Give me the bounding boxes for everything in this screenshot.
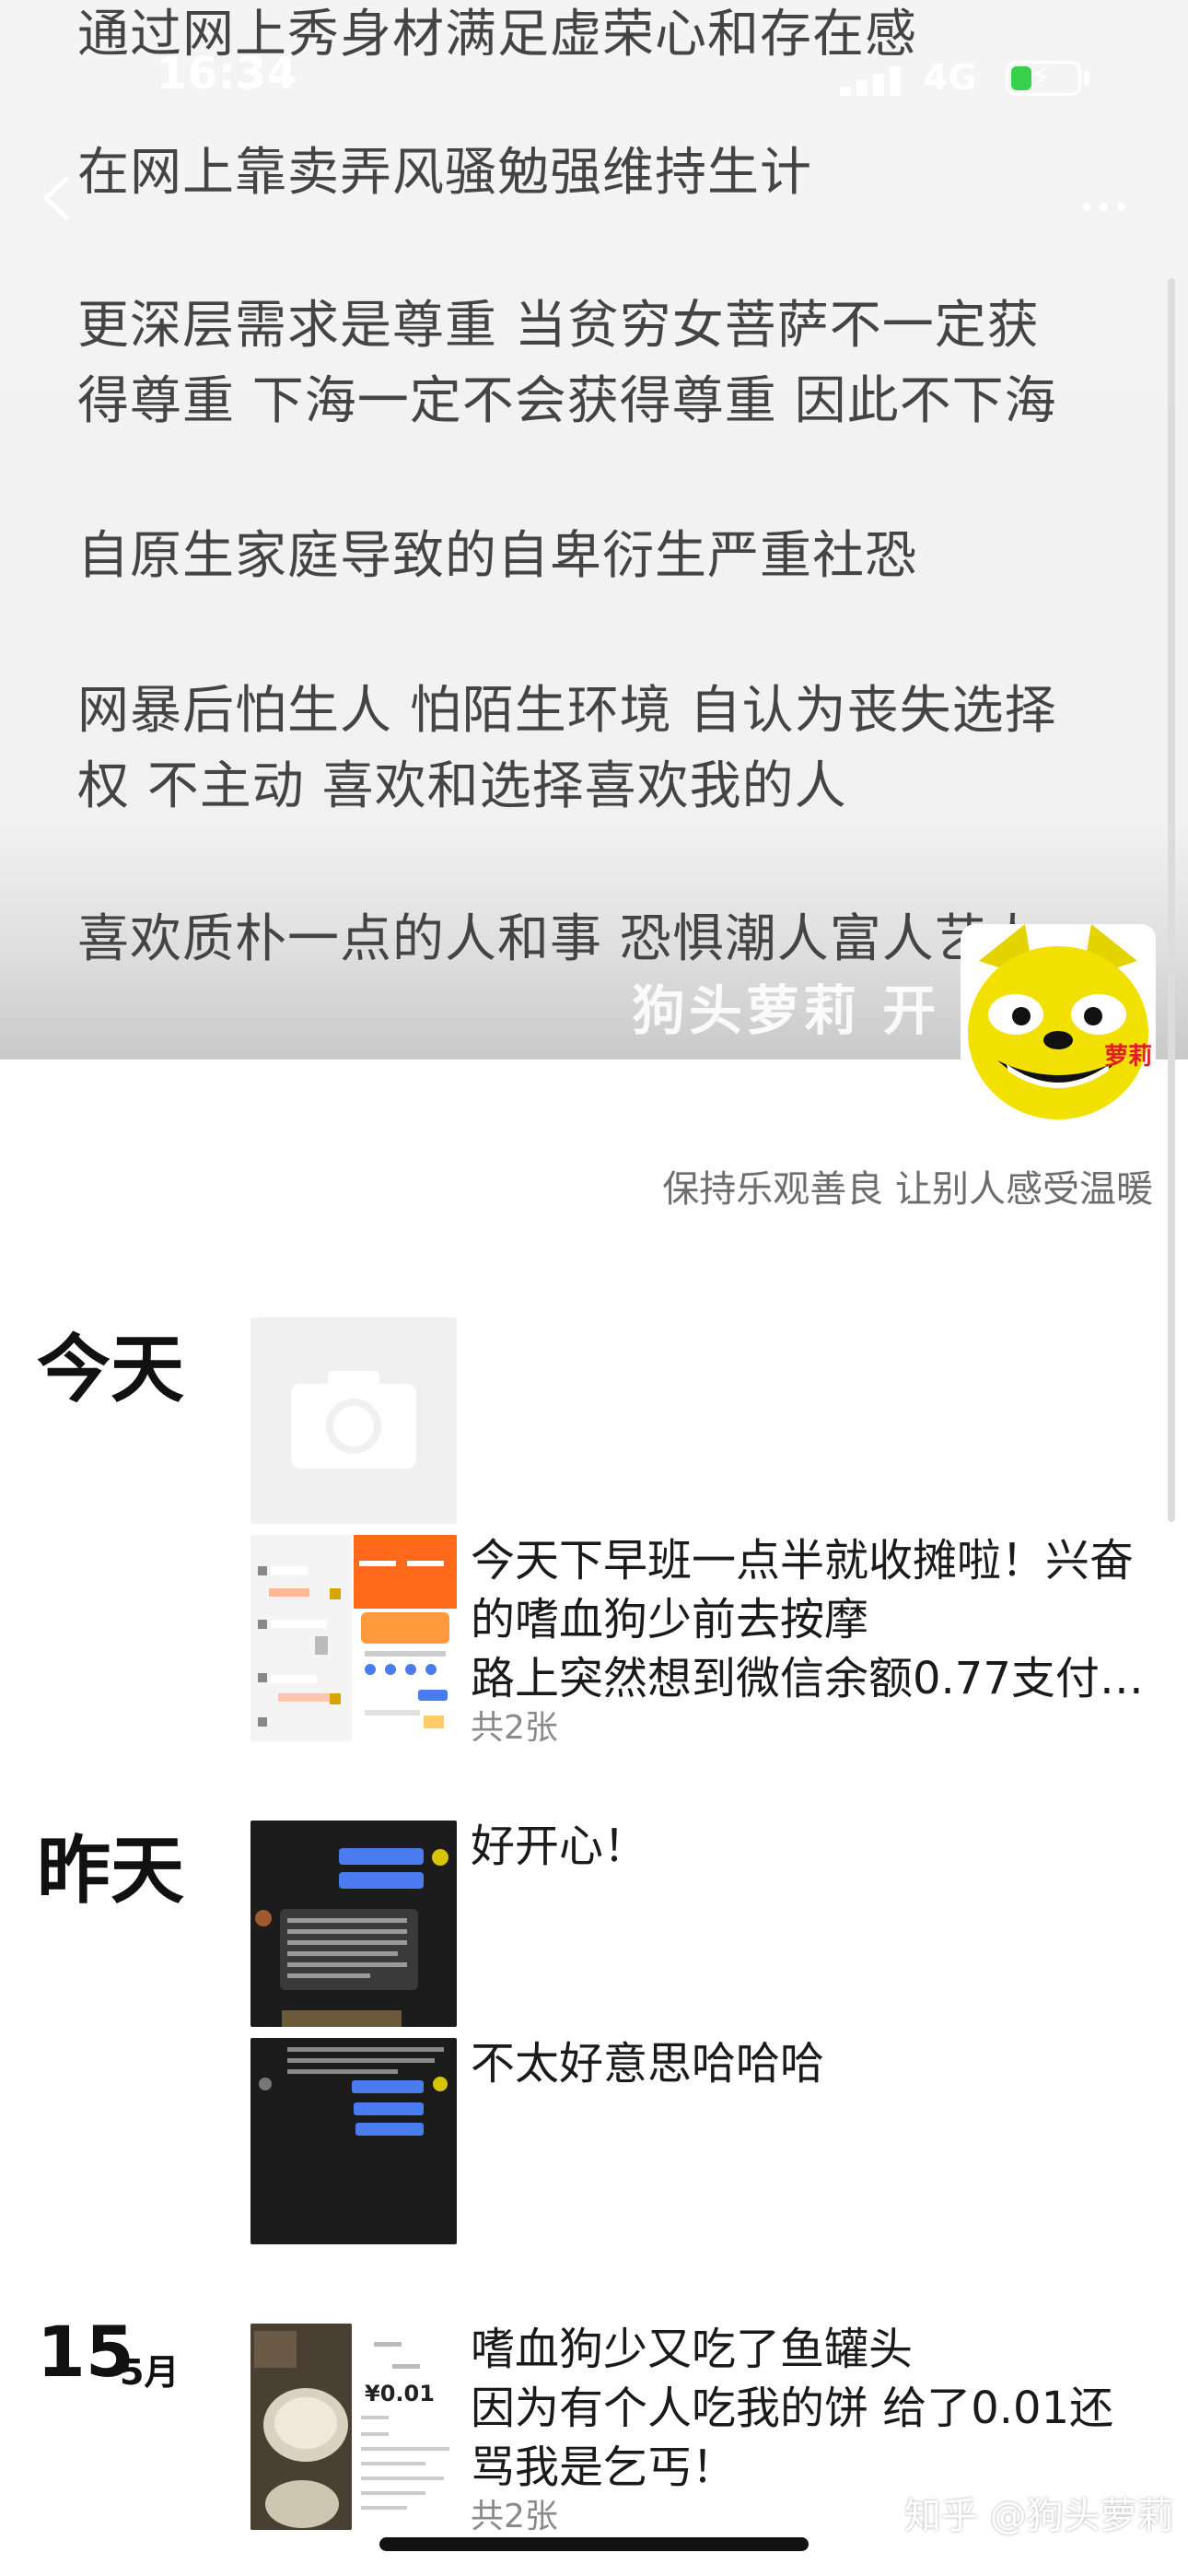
back-arrow-icon[interactable] <box>39 175 72 221</box>
cover-text-line: 得尊重 下海一定不会获得尊重 因此不下海 <box>77 371 1057 431</box>
cover-image[interactable]: 通过网上秀身材满足虚荣心和存在感 在网上靠卖弄风骚勉强维持生计 更深层需求是尊重… <box>0 0 1188 1060</box>
more-options-icon[interactable] <box>1082 203 1125 211</box>
cover-text-line: 更深层需求是尊重 当贫穷女菩萨不一定获 <box>77 296 1040 356</box>
post-text-line: 不太好意思哈哈哈 <box>471 2038 825 2090</box>
camera-icon <box>291 1371 416 1469</box>
status-time: 16:34 <box>157 48 297 100</box>
scroll-indicator[interactable] <box>1168 278 1175 1522</box>
post-text-line: 今天下早班一点半就收摊啦！兴奋 <box>471 1535 1135 1587</box>
post-text-line: 嗜血狗少又吃了鱼罐头 <box>471 2324 914 2375</box>
cover-text-line: 网暴后怕生人 怕陌生环境 自认为丧失选择 <box>77 681 1057 741</box>
post-thumbnail[interactable] <box>250 2324 352 2530</box>
chat-and-wallet-screenshot <box>250 1535 457 1741</box>
payment-screenshot: ¥0.01 <box>355 2324 457 2530</box>
dark-chat-screenshot <box>255 1848 448 2027</box>
dark-chat-screenshot <box>259 2047 448 2136</box>
cover-text-line: 喜欢质朴一点的人和事 恐惧潮人富人艺人 <box>77 909 1040 969</box>
post-text[interactable]: 今天下早班一点半就收摊啦！兴奋 的嗜血狗少前去按摩 路上突然想到微信余额0.77… <box>471 1531 1157 1708</box>
post-thumbnail[interactable] <box>250 2038 457 2244</box>
profile-signature: 保持乐观善良 让别人感受温暖 <box>662 1168 1153 1211</box>
food-photo <box>250 2324 352 2530</box>
date-label-month: 5月 <box>120 2352 180 2393</box>
profile-avatar[interactable]: 萝莉 <box>961 924 1156 1119</box>
photo-count: 共2张 <box>471 2498 558 2535</box>
post-thumbnail[interactable] <box>250 1821 457 2027</box>
payment-amount: ¥0.01 <box>365 2381 435 2406</box>
home-indicator[interactable] <box>379 2537 809 2551</box>
charging-bolt-icon: ⚡ <box>1030 59 1052 96</box>
post-photo-button[interactable] <box>250 1317 457 1524</box>
date-label-yesterday: 昨天 <box>37 1828 184 1914</box>
cover-text-line: 自原生家庭导致的自卑衍生严重社恐 <box>77 526 917 586</box>
post-text[interactable]: 嗜血狗少又吃了鱼罐头 因为有个人吃我的饼 给了0.01还 骂我是乞丐！ <box>471 2320 1157 2497</box>
post-text-line: 好开心！ <box>471 1821 648 1872</box>
date-label-today: 今天 <box>37 1327 184 1412</box>
post-thumbnail[interactable]: ¥0.01 <box>355 2324 457 2530</box>
photo-count: 共2张 <box>471 1709 558 1747</box>
signal-icon <box>840 64 914 96</box>
doge-avatar-image: 萝莉 <box>961 924 1156 1119</box>
post-text-line: 因为有个人吃我的饼 给了0.01还 <box>471 2383 1114 2434</box>
profile-nickname: 狗头萝莉 开 <box>632 979 940 1042</box>
cover-text-line: 权 不主动 喜欢和选择喜欢我的人 <box>77 756 847 816</box>
watermark: 知乎 @狗头萝莉 <box>904 2495 1174 2537</box>
post-text-line: 的嗜血狗少前去按摩 <box>471 1594 869 1645</box>
post-text[interactable]: 好开心！ <box>471 1817 1157 1876</box>
battery-nub <box>1084 71 1089 86</box>
post-text-line: 路上突然想到微信余额0.77支付… <box>471 1653 1144 1704</box>
post-text[interactable]: 不太好意思哈哈哈 <box>471 2034 1157 2093</box>
post-thumbnail[interactable] <box>250 1535 457 1741</box>
network-label: 4G <box>924 57 977 98</box>
cover-text-line: 在网上靠卖弄风骚勉强维持生计 <box>77 143 812 203</box>
avatar-badge-text: 萝莉 <box>1104 1043 1152 1071</box>
